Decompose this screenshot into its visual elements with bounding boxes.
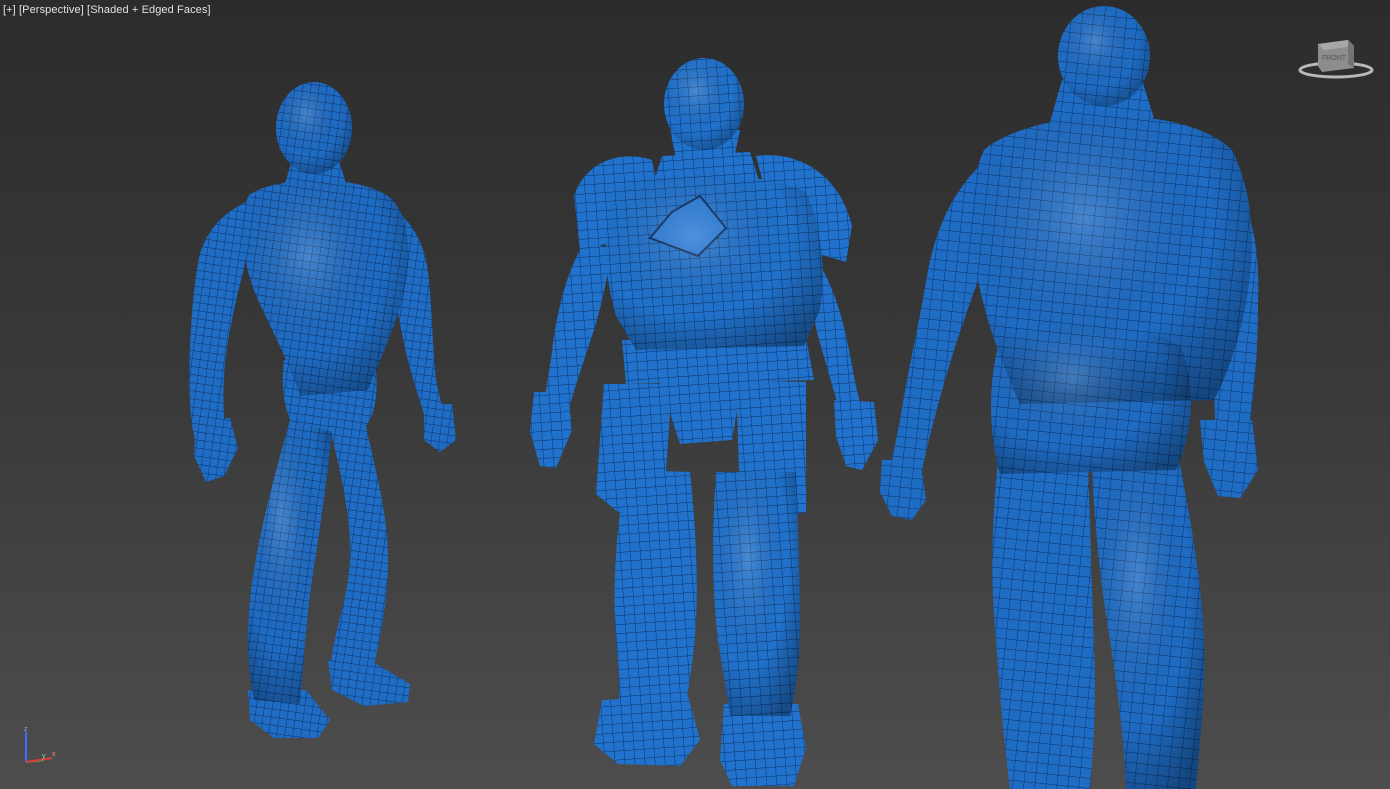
axis-x-label: x: [52, 751, 56, 758]
perspective-viewport[interactable]: [+] [Perspective] [Shaded + Edged Faces]: [0, 0, 1390, 789]
scene-canvas[interactable]: [0, 0, 1390, 789]
axis-tripod-icon: z y x: [24, 726, 56, 763]
viewcube-icon[interactable]: FRONT: [1298, 36, 1374, 80]
viewcube-face-label: FRONT: [1322, 55, 1347, 62]
axis-z-label: z: [24, 726, 28, 733]
muscular-figure-back[interactable]: [880, 6, 1259, 789]
muscular-figure-front[interactable]: [189, 82, 456, 738]
axis-y-label: y: [42, 753, 46, 760]
armored-figure-front[interactable]: [530, 58, 878, 786]
